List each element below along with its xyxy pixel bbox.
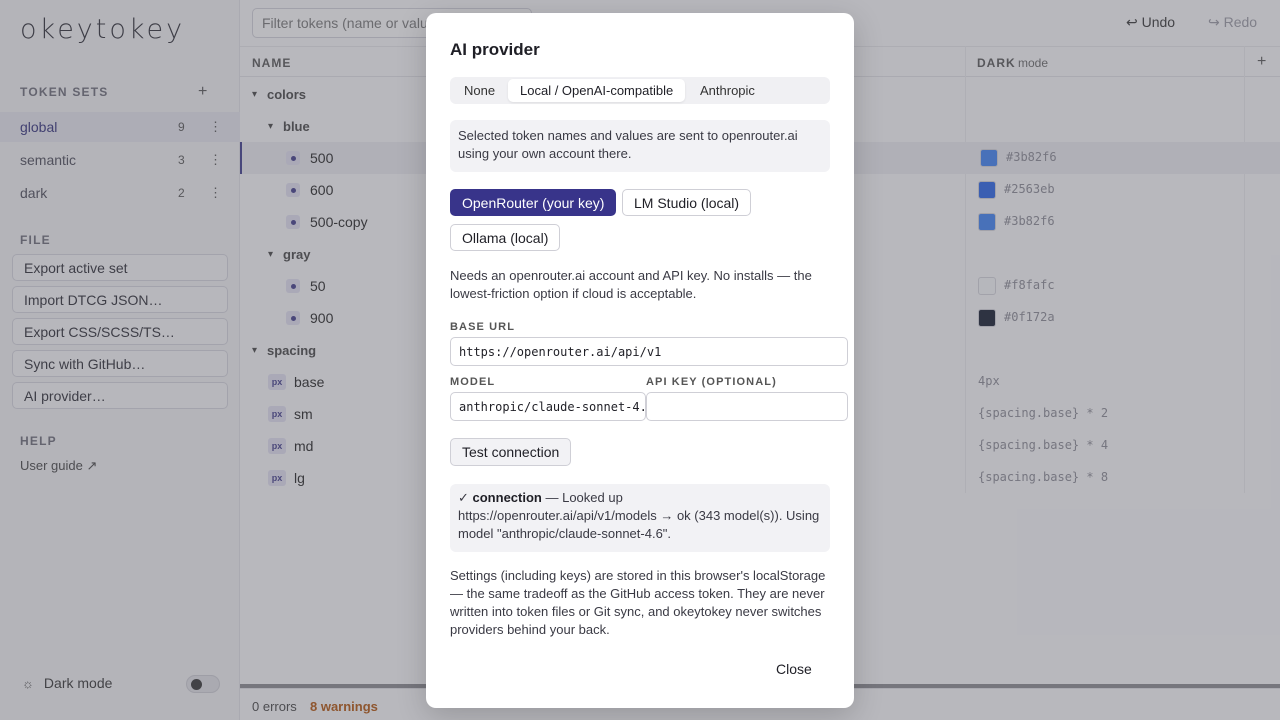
- dialog-title: AI provider: [450, 40, 540, 59]
- api-key-label: API KEY (OPTIONAL): [646, 376, 777, 388]
- tab-local-openai[interactable]: Local / OpenAI-compatible: [508, 79, 686, 102]
- check-icon: ✓: [458, 490, 473, 505]
- base-url-input[interactable]: [450, 337, 848, 366]
- tab-anthropic[interactable]: Anthropic: [688, 79, 767, 102]
- provider-type-tabs: None Local / OpenAI-compatible Anthropic: [450, 77, 830, 104]
- privacy-info: Selected token names and values are sent…: [450, 120, 830, 172]
- test-connection-button[interactable]: Test connection: [450, 438, 572, 466]
- api-key-input[interactable]: [646, 392, 848, 421]
- provider-note: Needs an openrouter.ai account and API k…: [450, 268, 812, 301]
- close-button[interactable]: Close: [776, 661, 812, 677]
- base-url-label: BASE URL: [450, 321, 516, 333]
- model-input[interactable]: [450, 392, 646, 421]
- tab-none[interactable]: None: [452, 79, 507, 102]
- model-label: MODEL: [450, 376, 496, 388]
- storage-note: Settings (including keys) are stored in …: [450, 568, 826, 637]
- ollama-button[interactable]: Ollama (local): [450, 224, 561, 251]
- openrouter-button[interactable]: OpenRouter (your key): [450, 189, 617, 216]
- connection-result: ✓ connection — Looked up https://openrou…: [450, 484, 830, 552]
- ai-provider-dialog: AI provider None Local / OpenAI-compatib…: [426, 13, 854, 708]
- result-label: connection: [472, 490, 542, 505]
- lm-studio-button[interactable]: LM Studio (local): [622, 189, 752, 216]
